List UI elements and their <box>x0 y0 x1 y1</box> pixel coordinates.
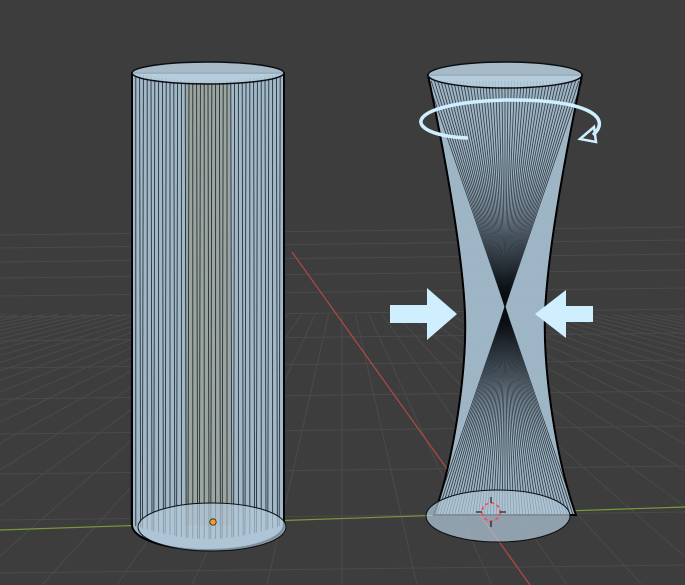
floor-grid <box>0 226 685 585</box>
straight-cylinder[interactable] <box>130 61 287 552</box>
viewport-scene[interactable] <box>0 0 685 585</box>
3d-viewport[interactable] <box>0 0 685 585</box>
origin-dot-icon <box>209 518 217 526</box>
